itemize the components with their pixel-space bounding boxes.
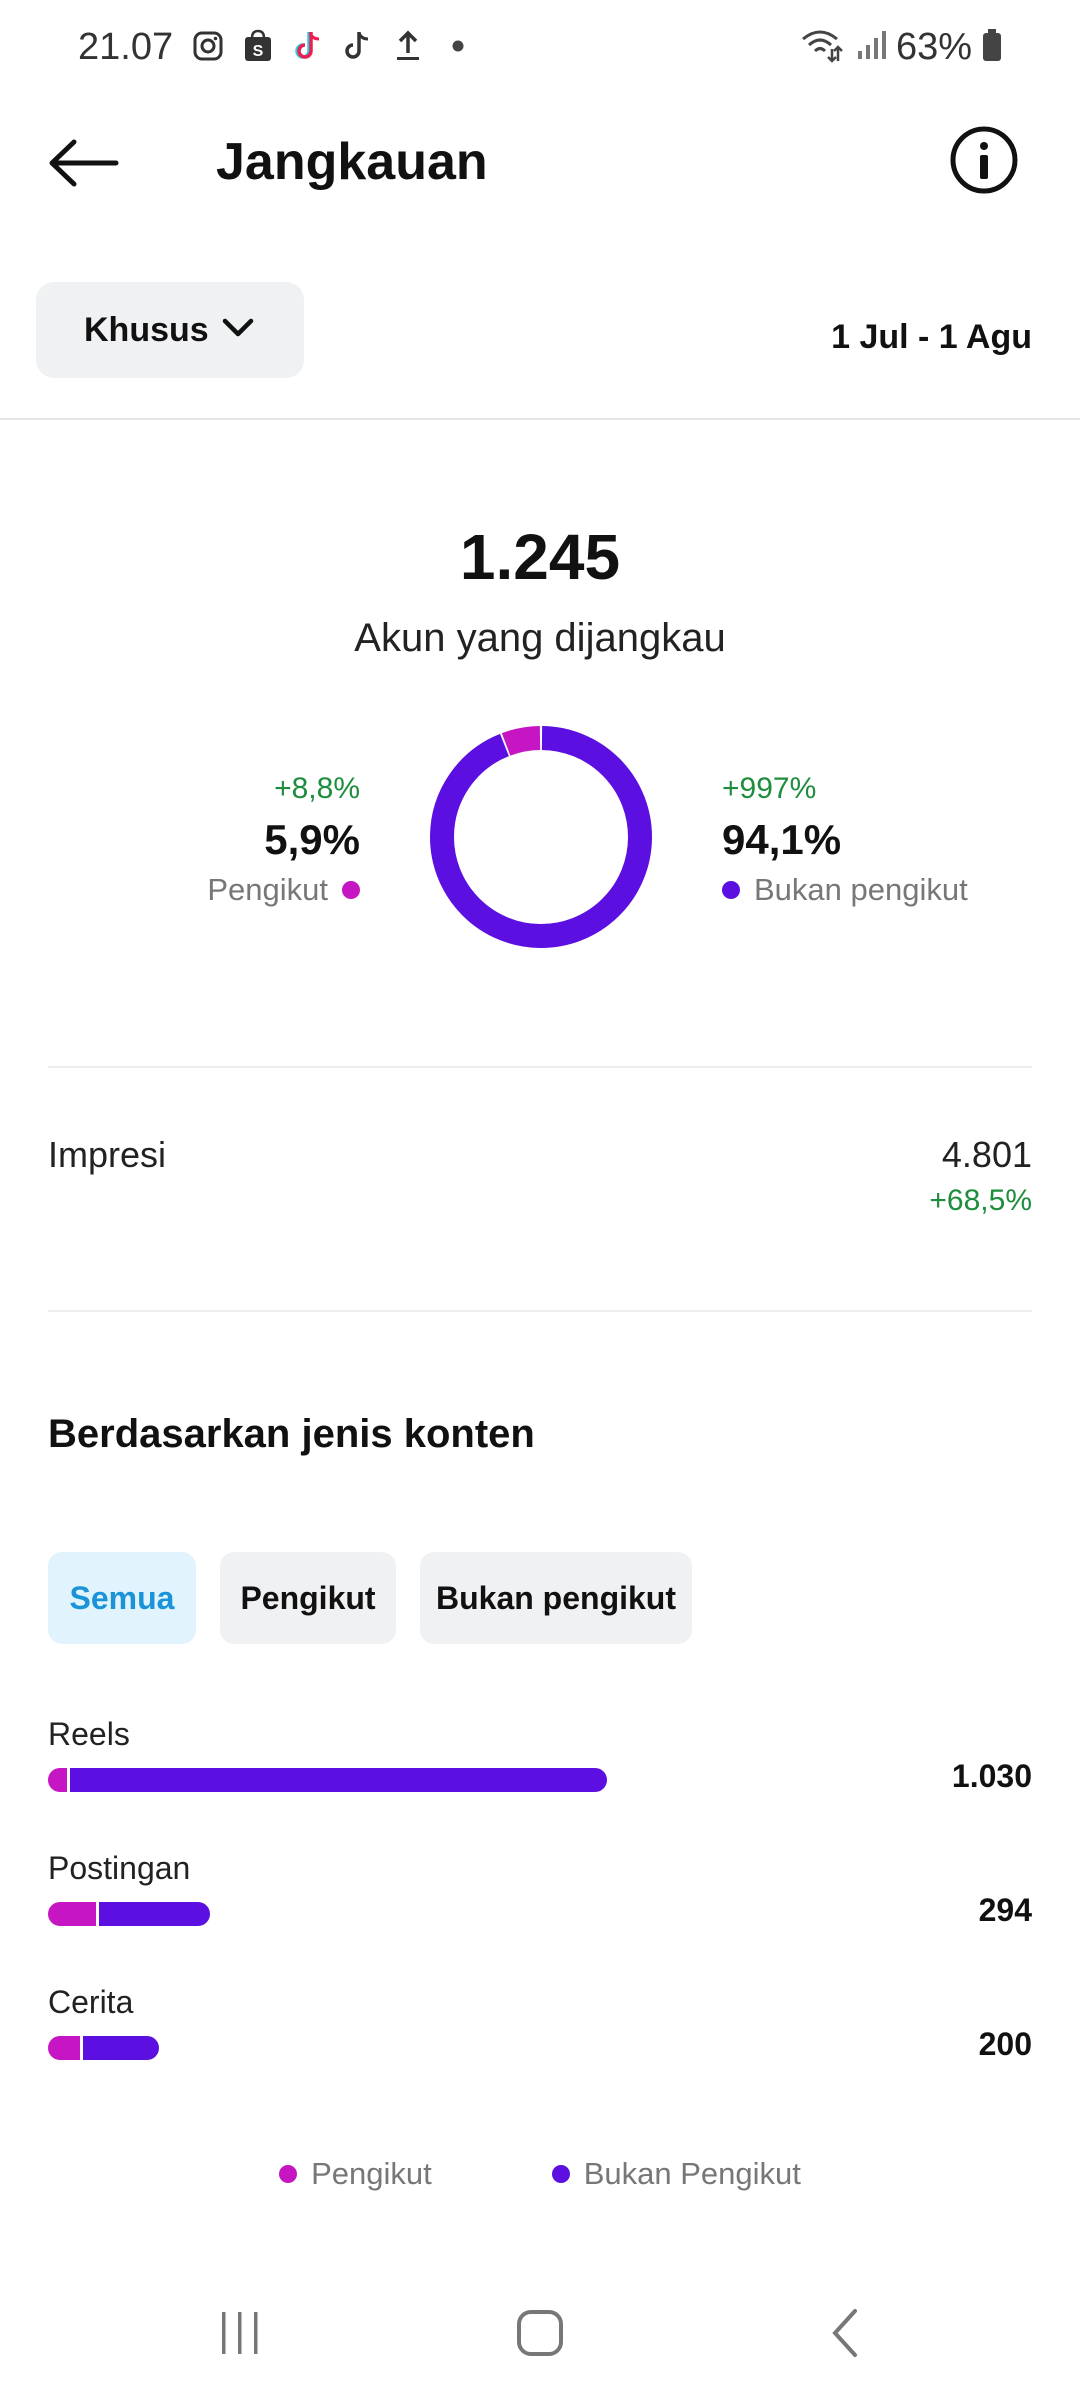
bar-segment-followers [48, 1902, 96, 1926]
period-dropdown-label: Khusus [84, 310, 209, 349]
back-nav-button[interactable] [805, 2300, 885, 2370]
non-followers-change: +997% [722, 772, 817, 805]
system-nav-bar [0, 2270, 1080, 2400]
shop-icon: S [240, 28, 276, 64]
period-dropdown[interactable]: Khusus [36, 282, 304, 378]
recent-apps-button[interactable] [200, 2300, 280, 2370]
legend-label: Pengikut [311, 2156, 432, 2191]
bar-row-postingan: Postingan 294 [48, 1850, 1032, 1928]
divider [48, 1310, 1032, 1312]
signal-icon [856, 29, 886, 66]
followers-label: Pengikut [207, 872, 328, 907]
non-followers-legend: Bukan pengikut [722, 872, 968, 908]
arrow-left-icon [44, 139, 124, 202]
tab-semua[interactable]: Semua [48, 1552, 196, 1644]
divider [48, 1066, 1032, 1068]
upload-icon [390, 28, 426, 64]
tiktok-icon [340, 28, 376, 64]
legend-dot [279, 2165, 298, 2183]
non-followers-label: Bukan pengikut [754, 872, 968, 907]
status-time: 21.07 [78, 26, 174, 68]
bar-value: 200 [978, 2026, 1032, 2062]
legend-dot [551, 2165, 570, 2183]
bar-segment-followers [48, 1768, 67, 1792]
reach-count: 1.245 [459, 521, 621, 593]
bar-value: 1.030 [951, 1758, 1032, 1794]
bar-value: 294 [978, 1892, 1032, 1928]
legend-item-non-followers: Bukan Pengikut [551, 2156, 801, 2192]
bar-row-reels: Reels 1.030 [48, 1716, 1032, 1794]
page-title: Jangkauan [216, 133, 488, 191]
followers-percent: 5,9% [264, 816, 360, 863]
reach-donut-chart [430, 726, 652, 948]
bar-segment-non-followers [98, 1902, 210, 1926]
bar-label: Postingan [48, 1850, 191, 1886]
back-button[interactable] [44, 128, 124, 198]
back-icon [825, 2307, 865, 2364]
non-followers-percent: 94,1% [722, 816, 842, 863]
chart-legend: Pengikut Bukan Pengikut [0, 2156, 1080, 2192]
impressions-label: Impresi [48, 1134, 167, 1175]
system-status: 63% [800, 26, 1002, 69]
home-button[interactable] [500, 2300, 580, 2370]
date-range: 1 Jul - 1 Agu [831, 318, 1032, 356]
info-button[interactable] [948, 124, 1020, 196]
app-header: Jangkauan [0, 110, 1080, 220]
tiktok-icon [290, 28, 326, 64]
bar-label: Reels [48, 1716, 130, 1752]
bar-track [48, 1768, 607, 1792]
divider [0, 418, 1080, 420]
content-type-title: Berdasarkan jenis konten [48, 1412, 535, 1456]
instagram-icon [190, 28, 226, 64]
reach-label: Akun yang dijangkau [354, 616, 726, 660]
bar-row-cerita: Cerita 200 [48, 1984, 1032, 2062]
followers-legend: Pengikut [207, 872, 360, 908]
bar-track [48, 1902, 210, 1926]
followers-change: +8,8% [274, 772, 360, 805]
home-icon [514, 2307, 566, 2364]
impressions-value: 4.801 [941, 1134, 1032, 1175]
dot-icon [440, 28, 476, 64]
recent-apps-icon [215, 2308, 265, 2363]
svg-text:S: S [253, 43, 264, 60]
chevron-down-icon [221, 316, 255, 345]
bar-segment-followers [48, 2036, 81, 2060]
tab-bukan-pengikut[interactable]: Bukan pengikut [420, 1552, 692, 1644]
battery-percentage: 63% [895, 26, 972, 68]
notification-icons: S [190, 28, 476, 64]
followers-dot [342, 881, 360, 899]
battery-icon [982, 28, 1002, 67]
bar-segment-non-followers [69, 1768, 607, 1792]
wifi-icon [800, 27, 846, 68]
non-followers-dot [722, 881, 740, 899]
legend-label: Bukan Pengikut [583, 2156, 801, 2191]
audience-tabs: Semua Pengikut Bukan pengikut [48, 1552, 692, 1644]
info-icon [948, 126, 1020, 200]
status-bar: 21.07 S 63% [0, 0, 1080, 96]
bar-label: Cerita [48, 1984, 134, 2020]
bar-track [48, 2036, 159, 2060]
impressions-change: +68,5% [929, 1184, 1032, 1217]
legend-item-followers: Pengikut [279, 2156, 432, 2192]
bar-segment-non-followers [83, 2036, 159, 2060]
donut-slice-non-followers [430, 726, 652, 948]
tab-pengikut[interactable]: Pengikut [220, 1552, 396, 1644]
